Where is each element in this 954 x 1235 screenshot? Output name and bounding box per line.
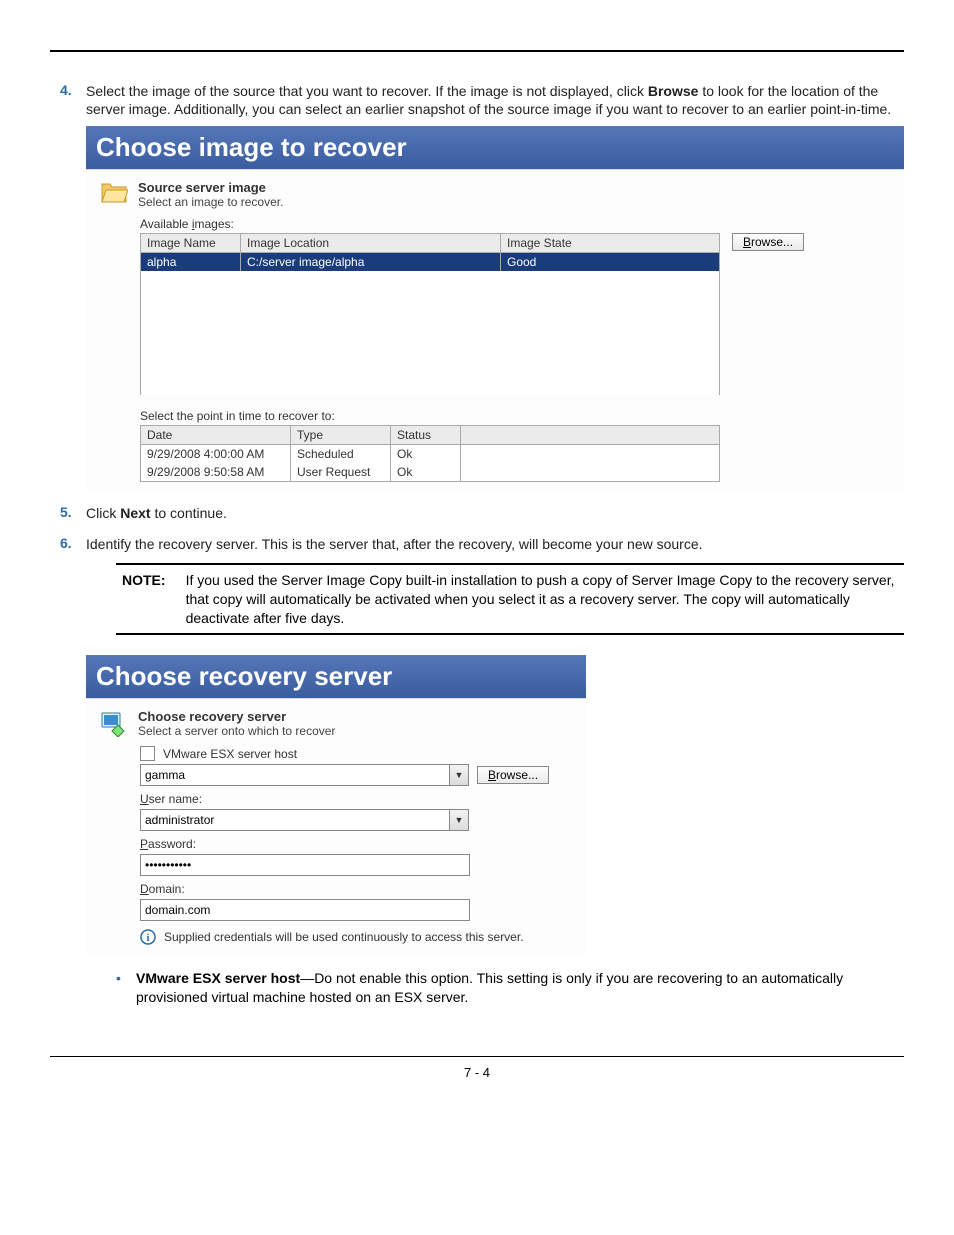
table-row[interactable]: alpha C:/server image/alpha Good — [141, 253, 720, 272]
domain-field[interactable] — [140, 899, 470, 921]
page-number: 7 - 4 — [464, 1065, 490, 1080]
info-text: Supplied credentials will be used contin… — [164, 930, 524, 944]
table-row[interactable]: 9/29/2008 9:50:58 AM User Request Ok — [141, 463, 720, 482]
bullet-vmware-esx: VMware ESX server host—Do not enable thi… — [116, 969, 904, 1005]
choose-recovery-server-screenshot: Choose recovery server Choose recovery s… — [86, 655, 586, 955]
step-4: 4. Select the image of the source that y… — [50, 82, 904, 492]
col-date: Date — [141, 426, 291, 445]
step-5: 5. Click Next to continue. — [50, 504, 904, 522]
note-label: NOTE: — [116, 571, 166, 628]
table-row[interactable]: 9/29/2008 4:00:00 AM Scheduled Ok — [141, 445, 720, 464]
step-number-5: 5. — [60, 504, 72, 520]
step-6: 6. Identify the recovery server. This is… — [50, 535, 904, 1006]
col-type: Type — [291, 426, 391, 445]
folder-icon — [100, 180, 128, 204]
available-images-label: Available images: — [140, 217, 892, 231]
step-number-6: 6. — [60, 535, 72, 551]
col-image-state: Image State — [501, 234, 720, 253]
choose-image-title: Choose image to recover — [86, 126, 904, 169]
svg-text:i: i — [146, 932, 149, 944]
username-label: User name: — [140, 792, 574, 806]
top-divider — [50, 50, 904, 52]
recovery-section-sub: Select a server onto which to recover — [138, 724, 335, 738]
source-image-title: Source server image — [138, 180, 283, 195]
step-4-text: Select the image of the source that you … — [86, 82, 904, 118]
domain-label: Domain: — [140, 882, 574, 896]
browse-button[interactable]: Browse... — [732, 233, 804, 251]
point-in-time-table[interactable]: Date Type Status 9/29/2008 4:00:00 AM Sc… — [140, 425, 720, 482]
recovery-section-title: Choose recovery server — [138, 709, 335, 724]
step-number-4: 4. — [60, 82, 72, 98]
point-in-time-label: Select the point in time to recover to: — [140, 409, 892, 423]
choose-recovery-title: Choose recovery server — [86, 655, 586, 698]
page-footer: 7 - 4 — [50, 1056, 904, 1080]
host-field[interactable] — [140, 764, 450, 786]
esx-checkbox[interactable] — [140, 746, 155, 761]
col-blank — [461, 426, 720, 445]
chevron-down-icon[interactable]: ▼ — [450, 809, 469, 831]
password-field[interactable] — [140, 854, 470, 876]
step-6-text: Identify the recovery server. This is th… — [86, 535, 904, 553]
source-image-sub: Select an image to recover. — [138, 195, 283, 209]
info-icon: i — [140, 929, 156, 945]
chevron-down-icon[interactable]: ▼ — [450, 764, 469, 786]
col-image-location: Image Location — [241, 234, 501, 253]
available-images-table[interactable]: Image Name Image Location Image State al… — [140, 233, 720, 395]
note-text: If you used the Server Image Copy built-… — [186, 571, 904, 628]
col-status: Status — [391, 426, 461, 445]
username-field[interactable] — [140, 809, 450, 831]
choose-image-screenshot: Choose image to recover Source server im… — [86, 126, 904, 492]
note-block: NOTE: If you used the Server Image Copy … — [116, 563, 904, 636]
browse-button-2[interactable]: Browse... — [477, 766, 549, 784]
esx-label: VMware ESX server host — [163, 747, 297, 761]
col-image-name: Image Name — [141, 234, 241, 253]
password-label: Password: — [140, 837, 574, 851]
step-5-text: Click Next to continue. — [86, 504, 904, 522]
server-icon — [100, 709, 128, 737]
